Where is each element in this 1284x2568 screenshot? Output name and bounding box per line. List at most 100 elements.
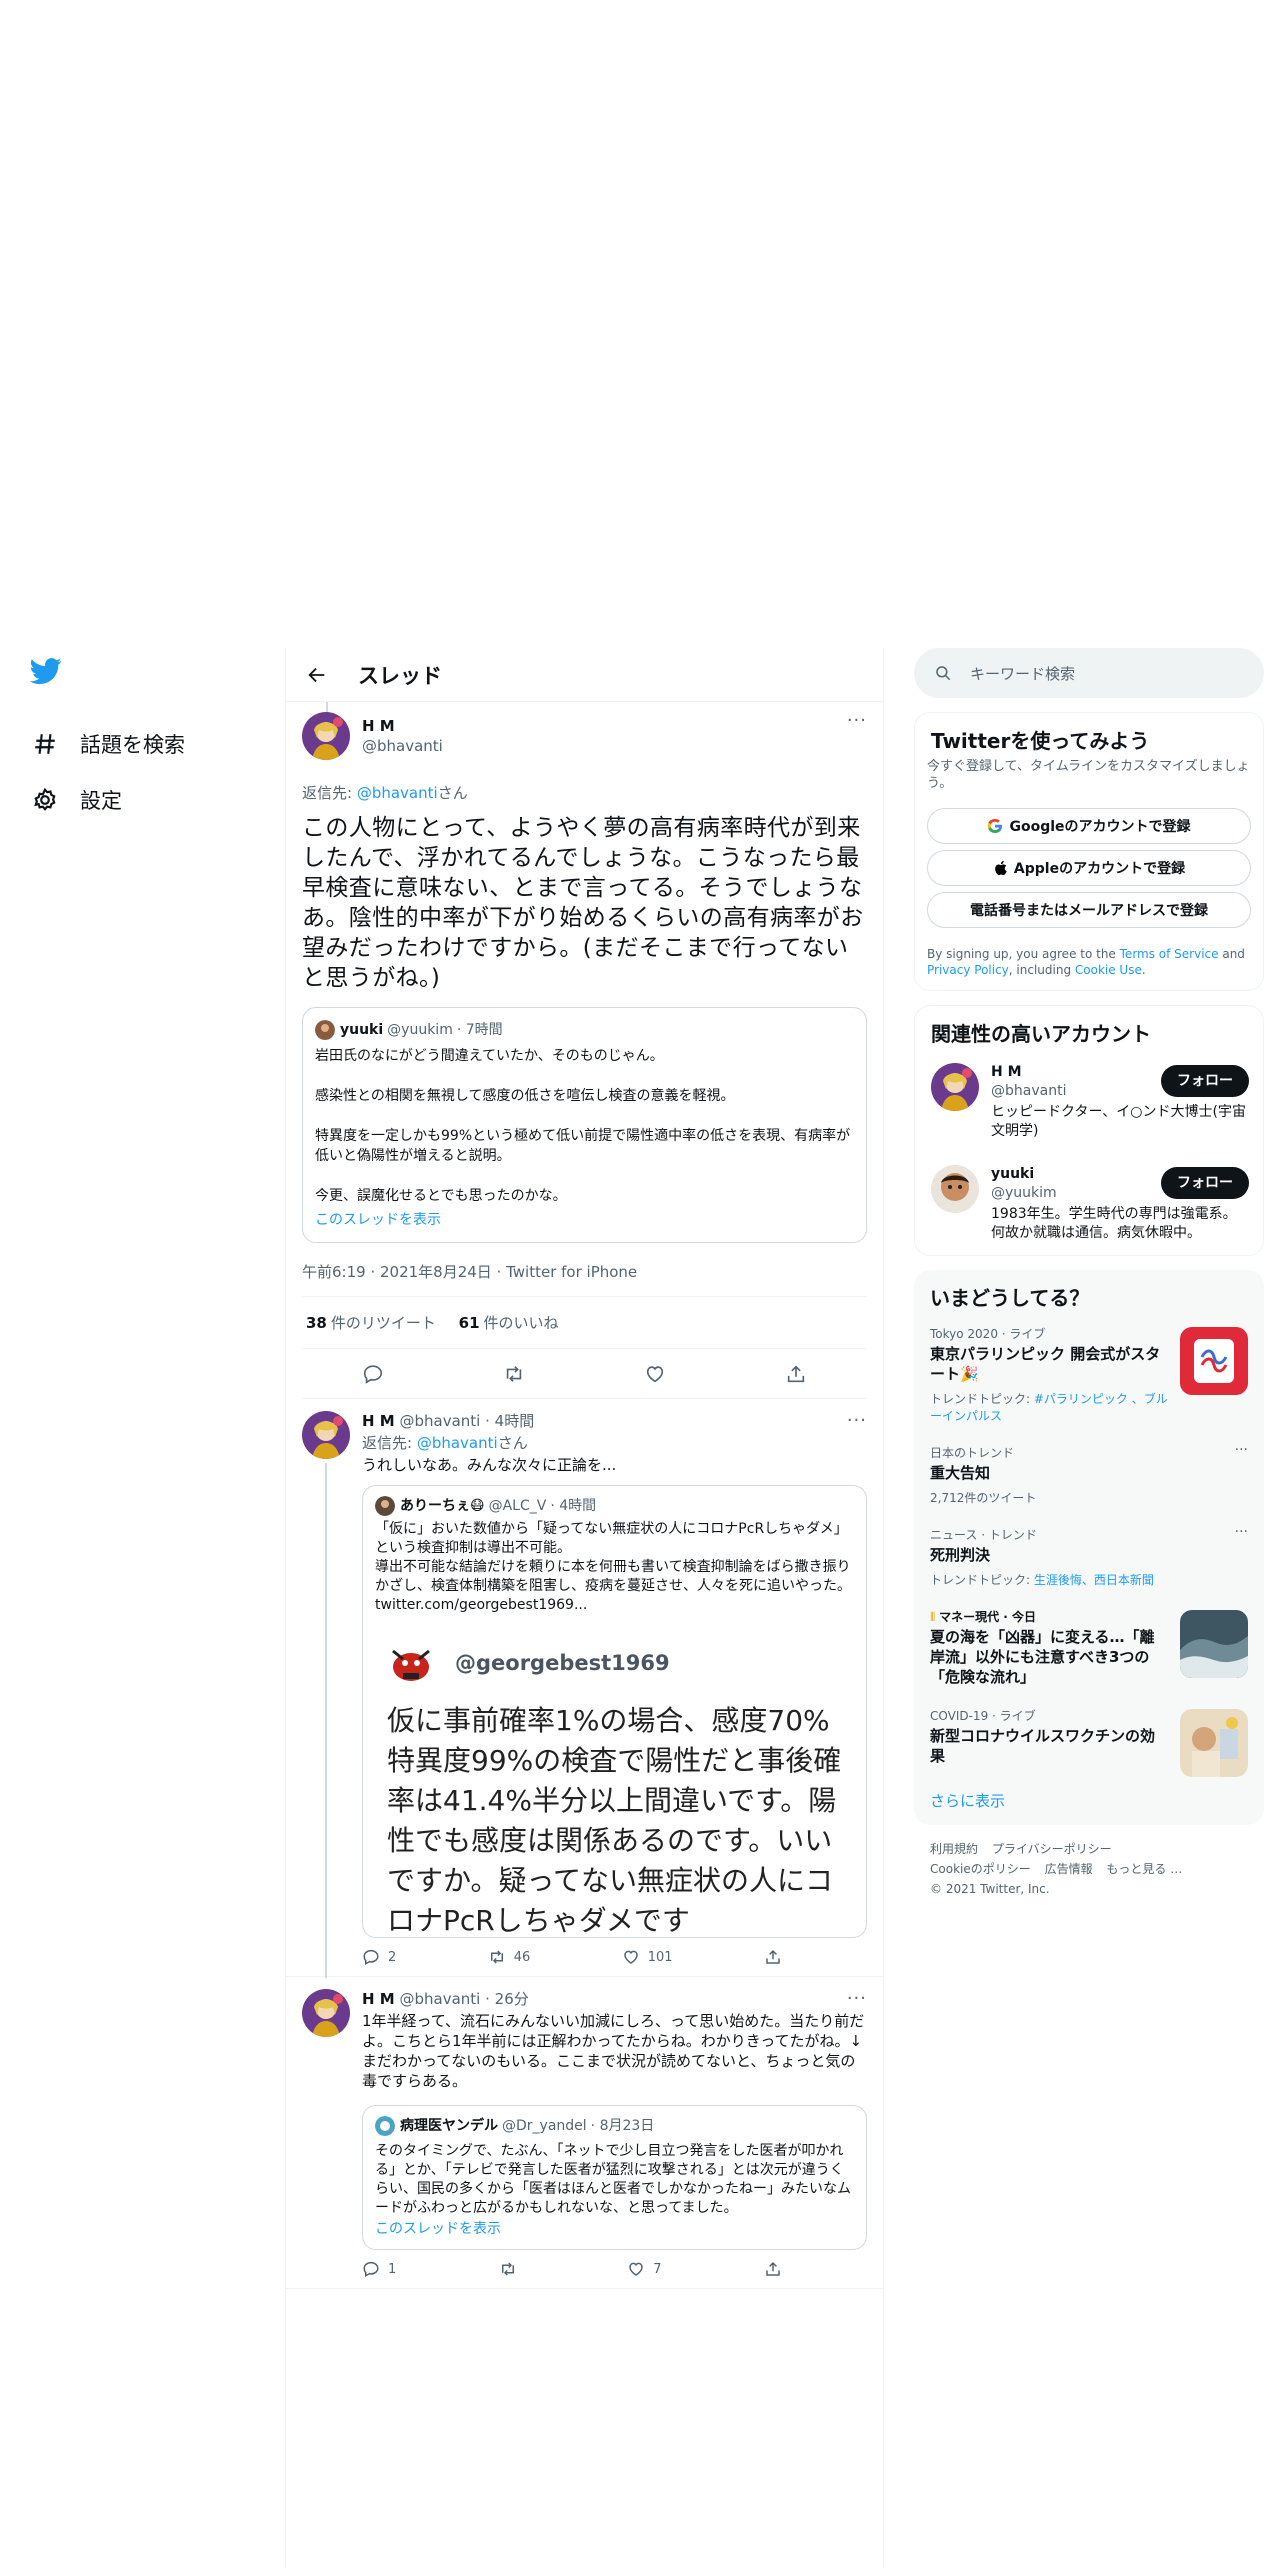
retweet-icon[interactable]	[503, 1363, 525, 1385]
reply-prefix: 返信先:	[302, 784, 357, 802]
footer: 利用規約 プライバシーポリシー Cookieのポリシー 広告情報 もっと見る ……	[914, 1825, 1264, 1913]
hashtag-icon	[30, 729, 60, 759]
tweet-actions: 1 7	[362, 2260, 782, 2278]
quoted-tweet[interactable]: ありーちぇ😷 @ALC_V · 4時間 「仮に」おいた数値から「疑ってない無症状…	[362, 1485, 867, 1938]
google-signup-label: Googleのアカウントで登録	[1009, 819, 1191, 835]
share-icon	[766, 2261, 780, 2276]
retweet-count[interactable]: 38 件のリツイート	[306, 1314, 436, 1332]
reply-button[interactable]: 1	[362, 2260, 396, 2278]
share-icon[interactable]	[785, 1363, 807, 1385]
like-count[interactable]: 61 件のいいね	[459, 1314, 559, 1332]
quote-paragraph: 岩田氏のなにがどう間違えていたか、そのものじゃん。	[315, 1048, 664, 1064]
more-options-icon[interactable]: ···	[837, 1989, 867, 2013]
avatar[interactable]	[302, 1989, 350, 2037]
footer-link-ads[interactable]: 広告情報	[1045, 1862, 1093, 1876]
trend-item[interactable]: COVID-19 · ライブ 新型コロナウイルスワクチンの効果	[914, 1697, 1264, 1777]
phone-email-signup-button[interactable]: 電話番号またはメールアドレスで登録	[927, 892, 1251, 928]
author-handle[interactable]: @bhavanti	[362, 736, 443, 756]
like-button[interactable]: 101	[622, 1948, 673, 1966]
vaccine-thumbnail	[1180, 1709, 1248, 1777]
author-handle[interactable]: @bhavanti	[399, 1990, 480, 2008]
nav-settings[interactable]: 設定	[30, 772, 260, 828]
retweet-button[interactable]: 46	[488, 1948, 530, 1966]
share-button[interactable]	[764, 2260, 782, 2278]
follow-button[interactable]: フォロー	[1161, 1167, 1249, 1199]
tweet-stats: 38 件のリツイート 61 件のいいね	[302, 1297, 867, 1349]
footer-link-cookie[interactable]: Cookieのポリシー	[930, 1862, 1031, 1876]
trend-item[interactable]: Tokyo 2020 · ライブ 東京パラリンピック 開会式がスタート🎉 トレン…	[914, 1315, 1264, 1434]
retweet-icon	[501, 2262, 514, 2276]
quoted-tweet[interactable]: yuuki @yuukim · 7時間 岩田氏のなにがどう間違えていたか、そのも…	[302, 1007, 867, 1243]
reply-to-link[interactable]: @bhavanti	[417, 1434, 498, 1452]
author-name[interactable]: H M	[362, 1412, 395, 1430]
like-icon[interactable]	[644, 1363, 666, 1385]
account-bio: ヒッピードクター、イ○ンド大博士(宇宙文明学)	[991, 1104, 1246, 1139]
share-icon	[766, 1949, 780, 1964]
reply-button[interactable]: 2	[362, 1948, 396, 1966]
show-more-link[interactable]: さらに表示	[914, 1776, 1264, 1825]
tweet-text: うれしいなあ。みんな次々に正論を...	[362, 1456, 617, 1474]
search-input[interactable]: キーワード検索	[970, 663, 1075, 684]
avatar[interactable]	[931, 1165, 979, 1213]
share-button[interactable]	[764, 1948, 782, 1966]
follow-button[interactable]: フォロー	[1161, 1065, 1249, 1097]
reply-tweet[interactable]: H M @bhavanti · 26分 ··· 1年半経って、流石にみんないい加…	[286, 1977, 883, 2289]
author-name[interactable]: H M	[362, 716, 443, 736]
avatar[interactable]	[931, 1063, 979, 1111]
author-handle[interactable]: @bhavanti	[399, 1412, 480, 1430]
avatar[interactable]	[302, 712, 350, 760]
quote-link[interactable]: twitter.com/georgebest1969...	[375, 1597, 587, 1613]
trend-title: 重大告知	[930, 1464, 991, 1482]
tweet-text: この人物にとって、ようやく夢の高有病率時代が到来したんで、浮かれてるんでしょうな…	[302, 815, 864, 991]
trend-topic-links[interactable]: 生涯後悔、西日本新聞	[1034, 1573, 1154, 1587]
more-options-icon[interactable]: ···	[837, 710, 867, 734]
trend-item[interactable]: ⦀ マネー現代 · 今日 夏の海を「凶器」に変える…「離岸流」以外にも注意すべき…	[914, 1598, 1264, 1697]
author-name[interactable]: H M	[362, 1990, 395, 2008]
quote-text: 「仮に」おいた数値から「疑ってない無症状の人にコロナPcRしちゃダメ」という検査…	[375, 1521, 851, 1613]
footer-link-more[interactable]: もっと見る …	[1106, 1862, 1182, 1876]
thread-line	[325, 1463, 327, 1978]
like-button[interactable]: 7	[627, 2260, 662, 2278]
reply-count: 1	[388, 2261, 397, 2277]
quote-paragraph: 特異度を一定しかも99%という極めて低い前提で陽性適中率の低さを表現、有病率が低…	[315, 1128, 851, 1164]
show-thread-link[interactable]: このスレッドを表示	[315, 1210, 854, 1230]
account-item[interactable]: yuuki @yuukim 1983年生。学生時代の専門は強電系。何故か就職は通…	[915, 1153, 1263, 1255]
quote-image[interactable]: @georgebest1969 仮に事前確率1%の場合、感度70%特異度99%の…	[363, 1637, 866, 1937]
terms-link[interactable]: Terms of Service	[1120, 947, 1219, 961]
copyright: © 2021 Twitter, Inc.	[930, 1882, 1050, 1896]
show-thread-link[interactable]: このスレッドを表示	[375, 2220, 854, 2239]
quote-avatar	[315, 1020, 335, 1040]
back-arrow-icon[interactable]	[306, 664, 328, 686]
tweet-time[interactable]: · 26分	[485, 1990, 529, 2008]
footer-link-privacy[interactable]: プライバシーポリシー	[992, 1842, 1112, 1856]
reply-to-link[interactable]: @bhavanti	[357, 784, 438, 802]
reply-count: 2	[388, 1949, 397, 1965]
trend-item[interactable]: 日本のトレンド 重大告知 2,712件のツイート ···	[914, 1434, 1264, 1516]
more-options-icon[interactable]: ···	[1235, 1442, 1248, 1458]
google-signup-button[interactable]: Googleのアカウントで登録	[927, 808, 1251, 844]
quote-author-name: yuuki	[340, 1022, 384, 1038]
privacy-link[interactable]: Privacy Policy	[927, 963, 1009, 977]
footer-link-terms[interactable]: 利用規約	[930, 1842, 978, 1856]
more-options-icon[interactable]: ···	[837, 1411, 867, 1435]
reply-icon	[363, 1949, 379, 1966]
reply-icon[interactable]	[362, 1363, 384, 1385]
more-options-icon[interactable]: ···	[1235, 1524, 1248, 1540]
quoted-tweet[interactable]: 病理医ヤンデル @Dr_yandel · 8月23日 そのタイミングで、たぶん、…	[362, 2105, 867, 2250]
retweet-button[interactable]	[499, 2260, 525, 2278]
retweet-icon	[490, 1950, 503, 1964]
right-sidebar: キーワード検索 Twitterを使ってみよう 今すぐ登録して、タイムラインをカス…	[914, 648, 1264, 1913]
tweet-actions: 2 46 101	[362, 1948, 782, 1966]
trend-item[interactable]: ニュース · トレンド 死刑判決 トレンドトピック: 生涯後悔、西日本新聞 ··…	[914, 1516, 1264, 1598]
reply-tweet[interactable]: H M @bhavanti · 4時間 ··· 返信先: @bhavantiさん…	[286, 1399, 883, 1978]
search-bar[interactable]: キーワード検索	[914, 648, 1264, 698]
avatar[interactable]	[302, 1411, 350, 1459]
apple-signup-button[interactable]: Appleのアカウントで登録	[927, 850, 1251, 886]
tweet-time[interactable]: · 4時間	[485, 1412, 534, 1430]
like-icon	[623, 1950, 638, 1964]
cookie-link[interactable]: Cookie Use	[1075, 963, 1142, 977]
account-item[interactable]: H M @bhavanti ヒッピードクター、イ○ンド大博士(宇宙文明学) フォ…	[915, 1051, 1263, 1153]
mascot-image	[392, 1649, 430, 1681]
nav-explore[interactable]: 話題を検索	[30, 716, 260, 772]
twitter-logo-icon[interactable]	[29, 655, 62, 687]
